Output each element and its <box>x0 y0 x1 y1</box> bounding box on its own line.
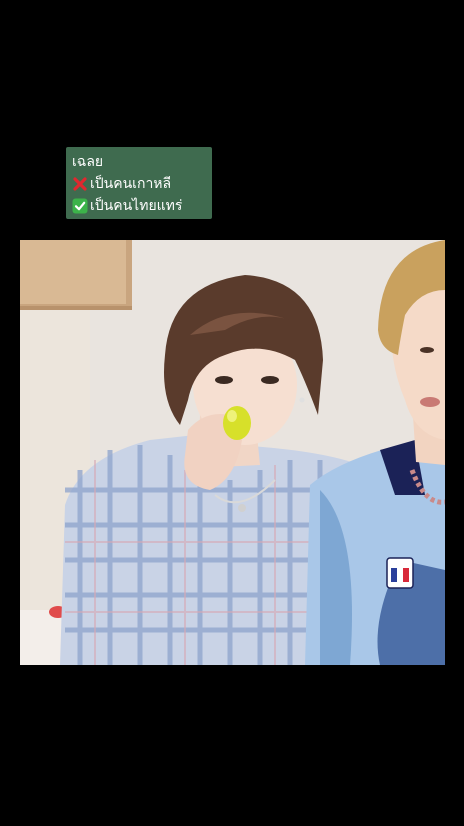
video-frame-photo <box>20 240 445 665</box>
caption-box: เฉลย เป็นคนเกาหลี เป็นคนไทยแทร่ <box>66 147 212 219</box>
caption-wrong-text: เป็นคนเกาหลี <box>90 176 172 192</box>
photo-illustration <box>20 240 445 665</box>
yellow-bottle <box>223 406 251 440</box>
check-mark-icon <box>72 198 88 214</box>
caption-title: เฉลย <box>72 154 104 170</box>
caption-wrong-line: เป็นคนเกาหลี <box>72 173 206 195</box>
caption-correct-line: เป็นคนไทยแทร่ <box>72 195 206 217</box>
cross-mark-icon <box>73 177 87 191</box>
caption-correct-text: เป็นคนไทยแทร่ <box>90 198 183 214</box>
caption-title-line: เฉลย <box>72 151 206 173</box>
